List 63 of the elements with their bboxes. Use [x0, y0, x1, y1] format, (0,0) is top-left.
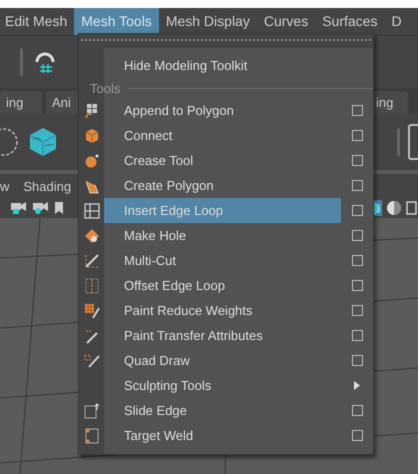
submenu-arrow-icon — [354, 381, 360, 390]
menu-item[interactable]: Crease Tool — [104, 148, 341, 173]
camera-lock-icon[interactable] — [10, 201, 28, 215]
shelf-tab[interactable]: ing — [372, 91, 408, 114]
box-icon — [84, 128, 100, 144]
option-box[interactable] — [352, 230, 362, 241]
menu-item[interactable]: Quad Draw — [104, 348, 341, 373]
menu-item[interactable]: Sculpting Tools — [104, 373, 341, 398]
option-box[interactable] — [352, 405, 362, 416]
menu-bar-item[interactable]: Surfaces — [315, 8, 384, 35]
menu-item[interactable]: Hide Modeling Toolkit — [104, 53, 341, 78]
menu-item[interactable]: Target Weld — [104, 423, 341, 448]
menu-item[interactable]: Make Hole — [104, 223, 341, 248]
menu-bar-item[interactable]: Mesh Tools — [74, 8, 159, 35]
grid-icon — [84, 102, 100, 118]
cube-icon[interactable] — [28, 126, 58, 158]
option-box[interactable] — [352, 430, 362, 441]
panel-menu-item[interactable]: Shading — [23, 178, 72, 194]
shelf-separator — [397, 128, 400, 156]
option-box[interactable] — [352, 130, 362, 141]
menu-bar-item[interactable]: D — [384, 8, 409, 35]
tear-off-bar[interactable] — [79, 34, 373, 48]
device-icon[interactable] — [408, 124, 418, 160]
square-arrow-icon — [84, 402, 100, 418]
menu-item[interactable]: Insert Edge Loop — [104, 198, 341, 223]
brush-icon — [84, 352, 100, 368]
menu-item[interactable]: Connect — [104, 123, 341, 148]
option-box[interactable] — [352, 355, 362, 366]
diamond-icon — [84, 228, 100, 244]
option-box[interactable] — [352, 105, 362, 116]
menu-item[interactable]: Append to Polygon — [104, 98, 341, 123]
menu-item[interactable]: Slide Edge — [104, 398, 341, 423]
option-box[interactable] — [352, 330, 362, 341]
toolbar-separator — [20, 48, 23, 76]
option-box[interactable] — [352, 205, 362, 216]
menu-bar-item[interactable]: Curves — [256, 8, 316, 35]
grid-brush-icon — [84, 302, 100, 318]
menu-item[interactable]: Create Polygon — [104, 173, 341, 198]
pen-icon — [84, 252, 100, 268]
menu-item[interactable]: Multi-Cut — [104, 248, 341, 273]
bookmark-icon[interactable] — [54, 201, 64, 215]
section-header: Tools — [89, 80, 122, 96]
grid-icon — [84, 278, 100, 294]
checker-sphere-icon[interactable] — [386, 200, 402, 216]
menu-bar-item[interactable]: Mesh Display — [158, 8, 257, 35]
option-box[interactable] — [352, 180, 362, 191]
option-box[interactable] — [352, 155, 362, 166]
option-box[interactable] — [352, 255, 362, 266]
frame-icon[interactable] — [406, 200, 418, 216]
panel-menu-item[interactable]: w — [0, 178, 10, 194]
ball-icon — [84, 152, 100, 168]
square-icon — [84, 428, 100, 444]
menu-item[interactable]: Offset Edge Loop — [104, 273, 341, 298]
menu-item[interactable]: Paint Transfer Attributes — [104, 323, 341, 348]
option-box[interactable] — [352, 305, 362, 316]
camera-gear-icon[interactable] — [32, 201, 50, 215]
menu-bar-item[interactable]: Edit Mesh — [0, 8, 74, 35]
magnet-grid-icon[interactable] — [33, 50, 57, 74]
shelf-tab[interactable]: ing — [0, 91, 42, 114]
brush-icon — [84, 328, 100, 344]
menu-item[interactable]: Paint Reduce Weights — [104, 298, 341, 323]
option-box[interactable] — [352, 280, 362, 291]
grid-icon — [84, 202, 100, 218]
